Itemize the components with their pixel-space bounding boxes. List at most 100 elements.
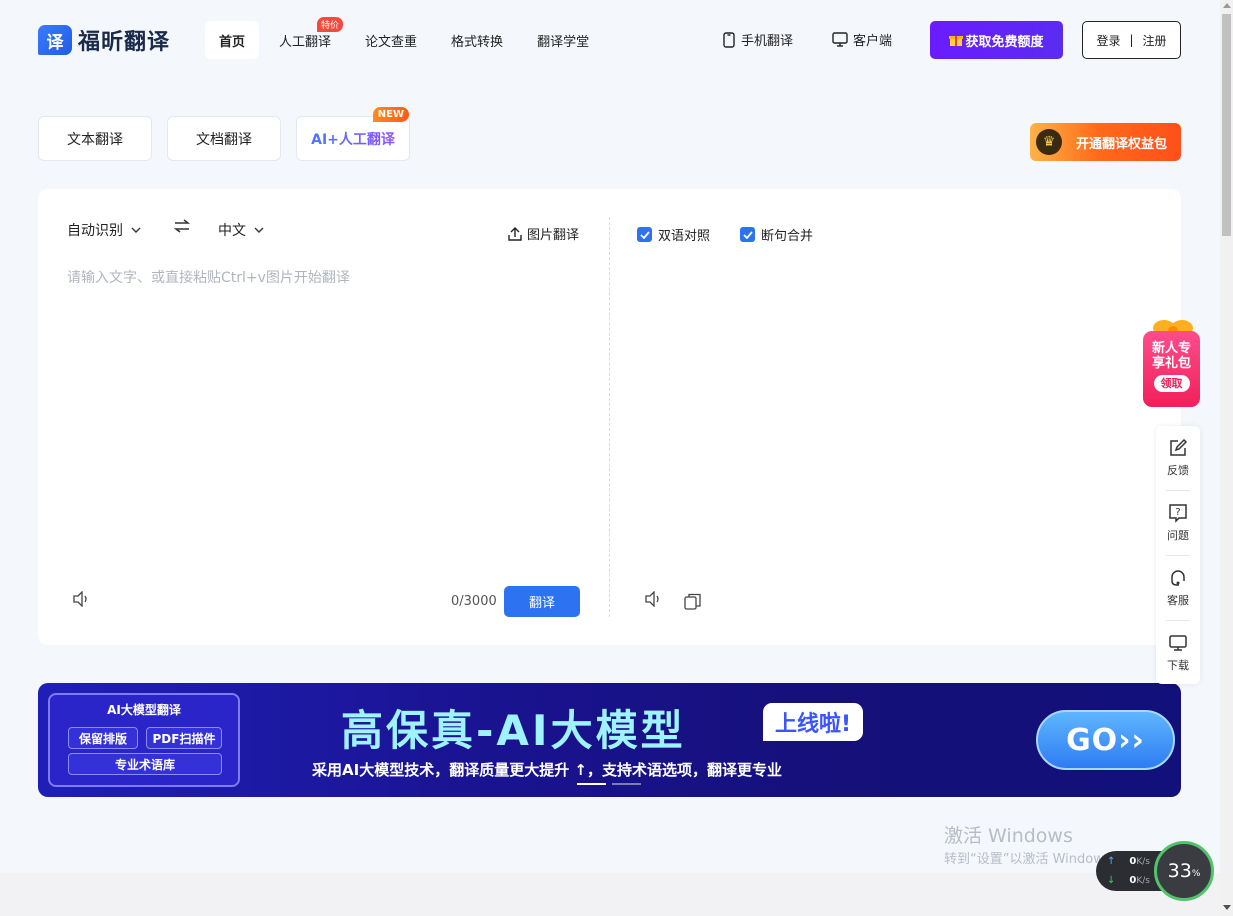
phone-icon — [723, 31, 735, 48]
login-link[interactable]: 登录 — [1096, 32, 1120, 49]
svg-text:?: ? — [1175, 507, 1180, 518]
download-speed: ↓ 0K/s — [1107, 875, 1150, 886]
free-quota-label: 获取免费额度 — [965, 34, 1044, 50]
target-speaker-icon[interactable] — [645, 590, 663, 611]
discount-badge: 特价 — [317, 17, 344, 32]
banner-subtitle: 采用AI大模型技术，翻译质量更大提升 ↑，支持术语选项，翻译更专业 — [312, 761, 782, 779]
edit-icon — [1170, 438, 1188, 456]
source-language-select[interactable]: 自动识别 — [67, 220, 141, 240]
benefit-label: 开通翻译权益包 — [1076, 136, 1168, 152]
nav-item-plagiarism-check[interactable]: 论文查重 — [351, 21, 431, 59]
scroll-thumb[interactable] — [1222, 14, 1231, 236]
footer-band — [0, 873, 1220, 916]
client-label: 客户端 — [853, 34, 893, 49]
source-text-input[interactable]: 请输入文字、或直接粘贴Ctrl+v图片开始翻译 — [67, 267, 350, 287]
usage-percent: 33 — [1167, 860, 1192, 882]
tab-document-translation[interactable]: 文档翻译 — [167, 116, 281, 161]
source-speaker-icon[interactable] — [73, 590, 91, 611]
scroll-up-arrow-icon[interactable] — [1223, 3, 1231, 8]
monitor-icon — [1169, 635, 1187, 651]
banner-badge: 上线啦! — [763, 703, 864, 741]
newcomer-gift-widget[interactable]: 新人专 享礼包 领取 — [1143, 318, 1200, 407]
crown-icon: ♛ — [1036, 129, 1062, 155]
gift-line1: 新人专 — [1151, 341, 1191, 356]
top-header: 译 福昕翻译 首页 人工翻译 特价 论文查重 格式转换 翻译学堂 手机翻译 客户… — [0, 0, 1220, 80]
tab-label: 文本翻译 — [67, 131, 123, 148]
carousel-dots — [577, 783, 641, 785]
tab-ai-human-translation[interactable]: AI+人工翻译 NEW — [296, 107, 410, 161]
chip-item: 专业术语库 — [68, 753, 222, 775]
client-download-link[interactable]: 客户端 — [832, 30, 892, 49]
gift-icon — [949, 36, 964, 46]
side-label: 下载 — [1167, 659, 1189, 672]
swap-languages-icon[interactable] — [173, 218, 191, 237]
main-nav: 首页 人工翻译 特价 论文查重 格式转换 翻译学堂 — [205, 17, 603, 59]
benefit-package-button[interactable]: ♛ 开通翻译权益包 — [1030, 123, 1181, 161]
new-badge: NEW — [372, 107, 409, 122]
target-language-select[interactable]: 中文 — [218, 220, 264, 240]
banner-chip: AI大模型翻译 保留排版 PDF扫描件 专业术语库 — [48, 693, 240, 787]
down-arrow-icon: ↓ — [1107, 875, 1116, 886]
percent-unit: % — [1191, 869, 1201, 879]
speed-unit: K/s — [1136, 876, 1150, 886]
merge-sentences-checkbox[interactable]: 断句合并 — [740, 225, 813, 244]
activation-watermark-title: 激活 Windows — [944, 825, 1073, 847]
translate-button[interactable]: 翻译 — [504, 586, 580, 617]
nav-label: 人工翻译 — [279, 34, 332, 50]
mobile-translate-link[interactable]: 手机翻译 — [722, 30, 793, 49]
panel-divider — [609, 217, 610, 617]
chip-title: AI大模型翻译 — [107, 703, 181, 717]
cpu-usage-gauge[interactable]: 33% — [1154, 841, 1214, 901]
scroll-down-arrow-icon[interactable] — [1223, 905, 1231, 910]
up-arrow-icon: ↑ — [1107, 856, 1116, 867]
feedback-button[interactable]: 反馈 — [1156, 426, 1200, 490]
carousel-dot-active[interactable] — [577, 783, 606, 785]
logo-icon: 译 — [38, 25, 72, 55]
tab-label: 文档翻译 — [196, 131, 252, 148]
banner-headline: 高保真-AI大模型 — [341, 706, 686, 755]
source-language-label: 自动识别 — [67, 223, 123, 239]
translation-card: 自动识别 中文 图片翻译 请输入文字、或直接粘贴Ctrl+v图片开始翻译 双语对… — [38, 189, 1181, 645]
faq-button[interactable]: ? 问题 — [1156, 491, 1200, 555]
bilingual-label: 双语对照 — [658, 229, 711, 244]
tab-label: AI+人工翻译 — [297, 117, 409, 160]
nav-item-translation-school[interactable]: 翻译学堂 — [523, 21, 603, 59]
upload-speed: ↑ 0K/s — [1107, 856, 1150, 867]
chip-item: PDF扫描件 — [146, 727, 222, 749]
tab-text-translation[interactable]: 文本翻译 — [38, 116, 152, 161]
side-label: 反馈 — [1167, 464, 1189, 477]
nav-item-home[interactable]: 首页 — [205, 21, 260, 59]
nav-item-format-convert[interactable]: 格式转换 — [437, 21, 517, 59]
upload-icon — [508, 226, 522, 241]
customer-service-button[interactable]: 客服 — [1156, 556, 1200, 620]
image-translate-button[interactable]: 图片翻译 — [508, 224, 579, 243]
free-quota-button[interactable]: 获取免费额度 — [930, 21, 1063, 59]
mobile-label: 手机翻译 — [741, 34, 794, 49]
checkbox-checked — [740, 227, 755, 242]
merge-sentences-label: 断句合并 — [761, 229, 814, 244]
chevron-down-icon — [254, 227, 264, 233]
translate-label: 翻译 — [528, 596, 555, 611]
logo-text: 福昕翻译 — [78, 30, 171, 55]
nav-label: 翻译学堂 — [537, 34, 590, 50]
side-tool-panel: 反馈 ? 问题 客服 下载 — [1156, 426, 1200, 684]
chip-item: 保留排版 — [68, 727, 138, 749]
nav-item-human-translation[interactable]: 人工翻译 特价 — [265, 17, 345, 59]
copy-icon[interactable] — [684, 593, 701, 614]
download-button[interactable]: 下载 — [1156, 621, 1200, 685]
chevron-down-icon — [131, 227, 141, 233]
page-scrollbar[interactable] — [1220, 0, 1233, 916]
bilingual-checkbox[interactable]: 双语对照 — [637, 225, 710, 244]
logo[interactable]: 译 福昕翻译 — [38, 24, 170, 56]
carousel-dot[interactable] — [612, 783, 641, 785]
register-link[interactable]: 注册 — [1143, 32, 1167, 49]
nav-label: 格式转换 — [451, 34, 504, 50]
translation-mode-tabs: 文本翻译 文档翻译 AI+人工翻译 NEW — [38, 107, 410, 161]
gift-line2: 享礼包 — [1151, 356, 1191, 371]
promo-banner[interactable]: AI大模型翻译 保留排版 PDF扫描件 专业术语库 高保真-AI大模型 上线啦!… — [38, 683, 1181, 797]
banner-go-button[interactable]: GO›› — [1036, 710, 1175, 770]
gift-claim-button[interactable]: 领取 — [1153, 375, 1190, 392]
checkbox-checked — [637, 227, 652, 242]
image-translate-label: 图片翻译 — [527, 228, 580, 243]
char-counter: 0/3000 — [451, 594, 497, 609]
